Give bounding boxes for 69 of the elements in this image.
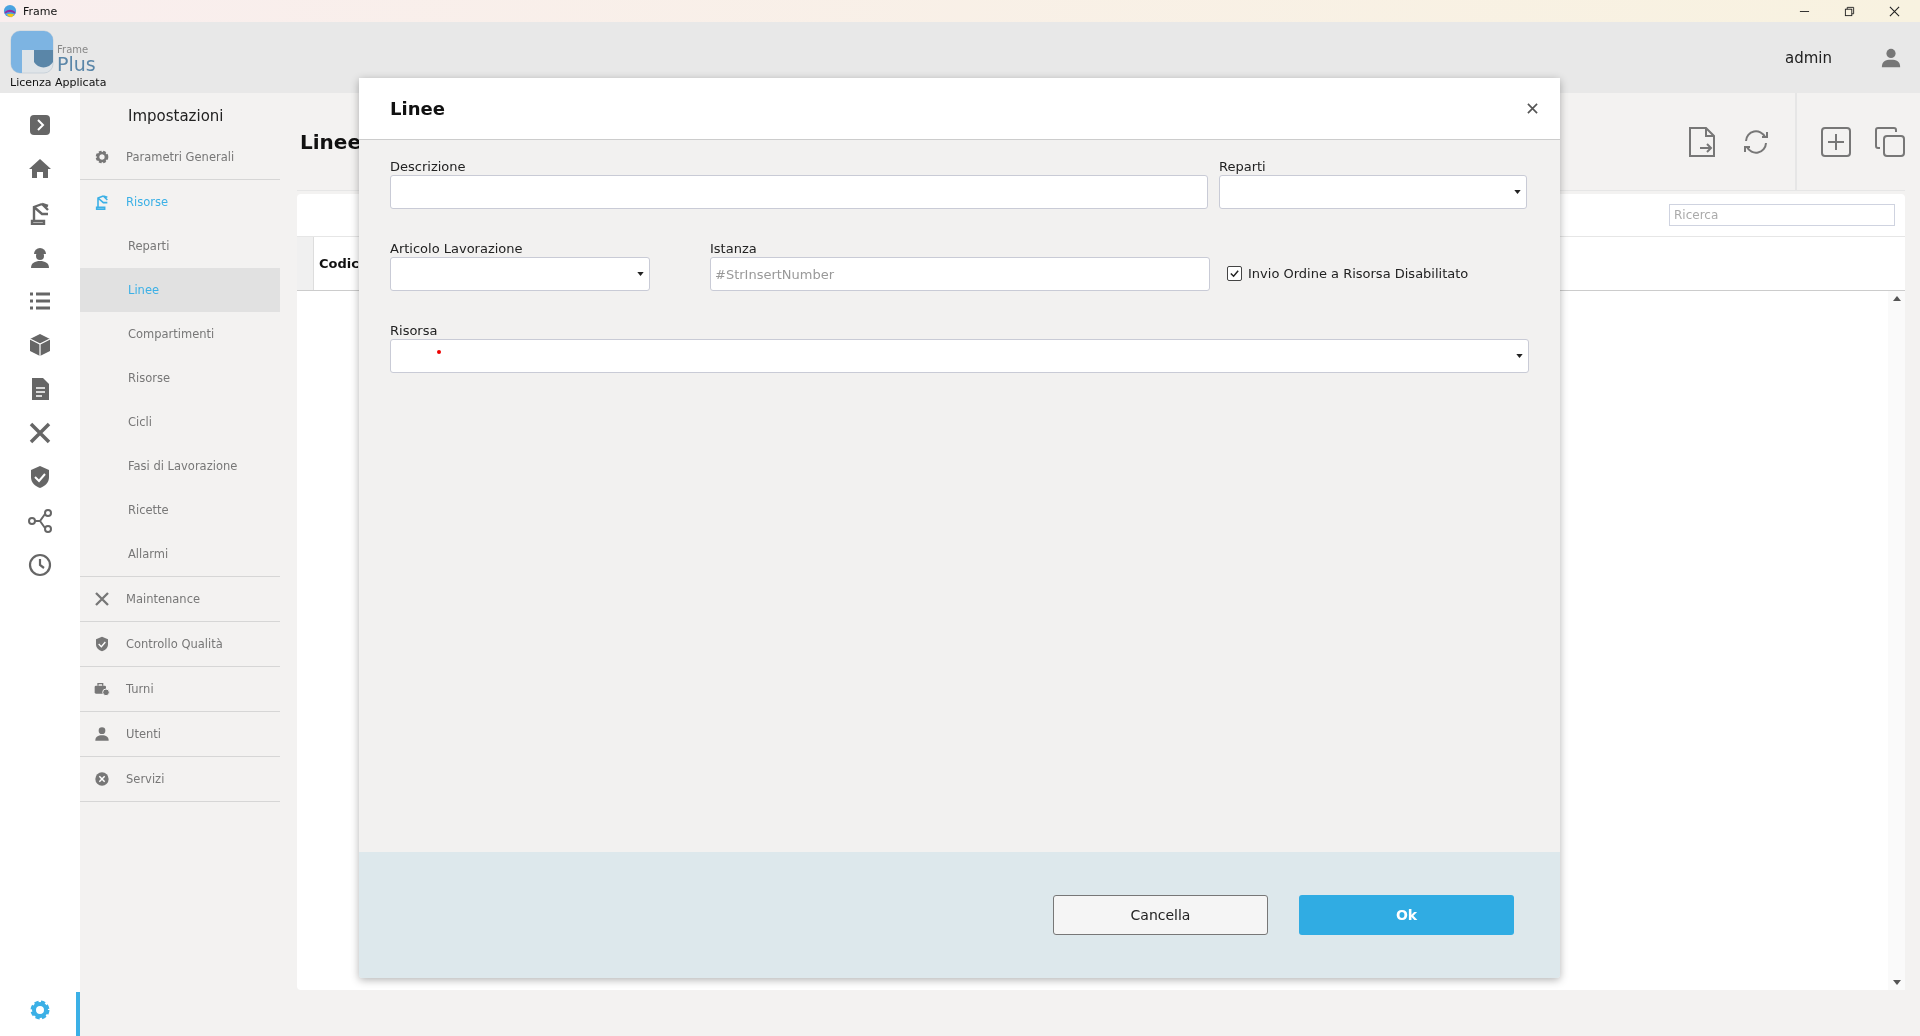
close-icon[interactable]: [1527, 103, 1538, 114]
field-label: Descrizione: [390, 159, 467, 174]
license-caption: Licenza Applicata: [10, 76, 107, 89]
copy-icon[interactable]: [1875, 126, 1905, 157]
text-field[interactable]: #StrInsertNumber: [710, 257, 1210, 291]
dialog-title: Linee: [390, 98, 445, 119]
logo-small-text: Frame: [57, 45, 90, 55]
menu-subitem[interactable]: Risorse: [80, 356, 280, 400]
menu-item[interactable]: Servizi: [80, 757, 280, 801]
menu-subitem[interactable]: Compartimenti: [80, 312, 280, 356]
share-icon[interactable]: [28, 509, 52, 533]
cross-icon: [94, 771, 110, 787]
field-label: Reparti: [1219, 159, 1267, 174]
checkbox[interactable]: [1227, 266, 1242, 281]
menu-item[interactable]: Parametri Generali: [80, 135, 280, 179]
window-title: Frame: [23, 4, 58, 18]
menu-subitem[interactable]: Allarmi: [80, 532, 280, 576]
menu-subitem[interactable]: Cicli: [80, 400, 280, 444]
logo-large-text: Plus: [57, 55, 96, 74]
robot-icon: [94, 194, 110, 210]
shield-icon[interactable]: [28, 465, 52, 489]
menu-item[interactable]: Risorse: [80, 180, 280, 224]
shield-icon: [94, 636, 110, 652]
active-indicator: [76, 992, 80, 1036]
field-label: Risorsa: [390, 323, 439, 338]
scrollbar[interactable]: [1888, 291, 1905, 990]
menu-item[interactable]: Utenti: [80, 712, 280, 756]
dropdown-field[interactable]: [390, 339, 1529, 373]
caret-icon: [637, 272, 644, 276]
field-label: Istanza: [710, 241, 758, 256]
settings-menu-title: Impostazioni: [127, 106, 225, 127]
dropdown-field[interactable]: [390, 257, 650, 291]
gear-icon: [94, 149, 110, 165]
text-field[interactable]: [390, 175, 1208, 209]
menu-item[interactable]: Turni: [80, 667, 280, 711]
page-title: Linee: [299, 129, 361, 154]
ok-button[interactable]: Ok: [1299, 895, 1514, 935]
expand-icon[interactable]: [28, 113, 52, 137]
cancel-button[interactable]: Cancella: [1053, 895, 1268, 935]
scroll-down-icon[interactable]: [1892, 980, 1901, 986]
user-name: admin: [1785, 48, 1832, 67]
cube-icon[interactable]: [28, 333, 52, 357]
menu-subitem[interactable]: Ricette: [80, 488, 280, 532]
user-icon: [94, 726, 110, 742]
menu-item[interactable]: Maintenance: [80, 577, 280, 621]
user-icon[interactable]: [1880, 46, 1902, 69]
menu-item[interactable]: Controllo Qualità: [80, 622, 280, 666]
toolbox-icon: [94, 681, 110, 697]
scroll-up-icon[interactable]: [1892, 295, 1901, 301]
export-icon[interactable]: [1687, 126, 1717, 157]
close-icon[interactable]: [1889, 5, 1900, 17]
home-icon[interactable]: [28, 157, 52, 181]
worker-icon[interactable]: [28, 245, 52, 269]
column-header[interactable]: Codic: [314, 256, 359, 271]
field-label: Articolo Lavorazione: [390, 241, 524, 256]
menu-subitem[interactable]: Fasi di Lavorazione: [80, 444, 280, 488]
add-icon[interactable]: [1821, 126, 1851, 157]
search-field[interactable]: Ricerca: [1669, 204, 1895, 226]
logo-mark-icon: [10, 30, 54, 74]
tools-icon[interactable]: [28, 421, 52, 445]
caret-icon: [1516, 354, 1523, 358]
tools-icon: [94, 591, 110, 607]
checkbox-label: Invio Ordine a Risorsa Disabilitato: [1248, 266, 1469, 281]
clock-icon[interactable]: [28, 553, 52, 577]
app-logo-icon: [3, 4, 17, 18]
check-icon: [1229, 268, 1240, 279]
restore-icon[interactable]: [1844, 5, 1855, 17]
dropdown-field[interactable]: [1219, 175, 1527, 209]
menu-subitem[interactable]: Reparti: [80, 224, 280, 268]
